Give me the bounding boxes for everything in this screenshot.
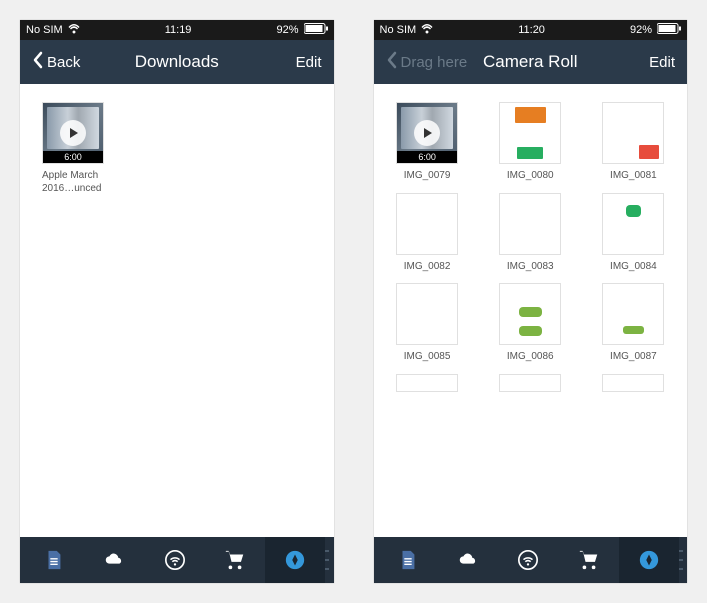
- photo-item[interactable]: [384, 374, 471, 392]
- wifi-icon: [421, 24, 433, 37]
- edit-button[interactable]: Edit: [649, 54, 675, 71]
- play-icon: [414, 120, 440, 146]
- thumbnail-screenshot: [499, 193, 561, 255]
- back-label: Back: [47, 54, 80, 71]
- file-caption: Apple March 2016…unced: [42, 170, 117, 195]
- content-area[interactable]: 6:00 Apple March 2016…unced: [20, 84, 334, 537]
- chevron-left-icon: [32, 51, 44, 73]
- thumbnail-screenshot: [396, 283, 458, 345]
- file-caption: IMG_0086: [507, 351, 554, 364]
- thumbnail-screenshot: [602, 374, 664, 392]
- file-caption: IMG_0082: [404, 261, 451, 274]
- thumbnail-screenshot: [396, 374, 458, 392]
- file-caption: IMG_0085: [404, 351, 451, 364]
- nav-bar: Drag here Camera Roll Edit: [374, 40, 688, 84]
- carrier-label: No SIM: [380, 24, 417, 36]
- carrier-label: No SIM: [26, 24, 63, 36]
- back-button[interactable]: Back: [32, 51, 80, 73]
- screen-downloads: No SIM 11:19 92% Back Downloads E: [20, 20, 334, 583]
- duration-badge: 6:00: [397, 151, 457, 163]
- photo-item[interactable]: [590, 374, 677, 392]
- battery-percent: 92%: [630, 24, 652, 36]
- photo-item[interactable]: 6:00 IMG_0079: [384, 102, 471, 183]
- thumbnail-screenshot: [602, 283, 664, 345]
- chevron-left-icon: [386, 51, 398, 73]
- photo-item[interactable]: IMG_0080: [487, 102, 574, 183]
- play-icon: [60, 120, 86, 146]
- nav-bar: Back Downloads Edit: [20, 40, 334, 84]
- screen-camera-roll: No SIM 11:20 92% Drag here Camera Roll: [374, 20, 688, 583]
- wifi-icon: [68, 24, 80, 37]
- thumbnail-screenshot: [499, 374, 561, 392]
- duration-badge: 6:00: [43, 151, 103, 163]
- thumbnail-screenshot: [499, 283, 561, 345]
- drag-handle-icon[interactable]: [679, 547, 683, 573]
- tab-bar: [374, 537, 688, 583]
- tab-documents[interactable]: [378, 537, 438, 583]
- photo-item[interactable]: IMG_0083: [487, 193, 574, 274]
- tab-wifi-share[interactable]: [498, 537, 558, 583]
- thumbnail-screenshot: [396, 193, 458, 255]
- file-caption: IMG_0081: [610, 170, 657, 183]
- thumbnail-screenshot: [602, 102, 664, 164]
- edit-button[interactable]: Edit: [296, 54, 322, 71]
- battery-icon: [657, 23, 681, 37]
- tab-wifi-share[interactable]: [145, 537, 205, 583]
- thumbnail-video: 6:00: [42, 102, 104, 164]
- tab-browser[interactable]: [265, 537, 325, 583]
- status-bar: No SIM 11:20 92%: [374, 20, 688, 40]
- thumbnail-screenshot: [499, 102, 561, 164]
- tab-cloud[interactable]: [438, 537, 498, 583]
- tab-cloud[interactable]: [84, 537, 144, 583]
- photo-item[interactable]: [487, 374, 574, 392]
- photo-item[interactable]: IMG_0082: [384, 193, 471, 274]
- tab-store[interactable]: [558, 537, 618, 583]
- tab-browser[interactable]: [619, 537, 679, 583]
- photo-item[interactable]: IMG_0081: [590, 102, 677, 183]
- thumbnail-screenshot: [602, 193, 664, 255]
- drag-hint-label: Drag here: [401, 54, 468, 71]
- photo-item[interactable]: IMG_0086: [487, 283, 574, 364]
- drop-zone-hint[interactable]: Drag here: [386, 51, 468, 73]
- file-item[interactable]: 6:00 Apple March 2016…unced: [30, 102, 117, 195]
- content-area[interactable]: 6:00 IMG_0079 IMG_0080: [374, 84, 688, 537]
- photo-item[interactable]: IMG_0084: [590, 193, 677, 274]
- clock: 11:19: [165, 24, 192, 36]
- file-caption: IMG_0079: [404, 170, 451, 183]
- tab-documents[interactable]: [24, 537, 84, 583]
- drag-handle-icon[interactable]: [325, 547, 329, 573]
- battery-percent: 92%: [276, 24, 298, 36]
- tab-bar: [20, 537, 334, 583]
- battery-icon: [304, 23, 328, 37]
- file-caption: IMG_0083: [507, 261, 554, 274]
- file-caption: IMG_0084: [610, 261, 657, 274]
- status-bar: No SIM 11:19 92%: [20, 20, 334, 40]
- file-caption: IMG_0080: [507, 170, 554, 183]
- clock: 11:20: [518, 24, 545, 36]
- photo-item[interactable]: IMG_0087: [590, 283, 677, 364]
- tab-store[interactable]: [205, 537, 265, 583]
- thumbnail-video: 6:00: [396, 102, 458, 164]
- photo-item[interactable]: IMG_0085: [384, 283, 471, 364]
- file-caption: IMG_0087: [610, 351, 657, 364]
